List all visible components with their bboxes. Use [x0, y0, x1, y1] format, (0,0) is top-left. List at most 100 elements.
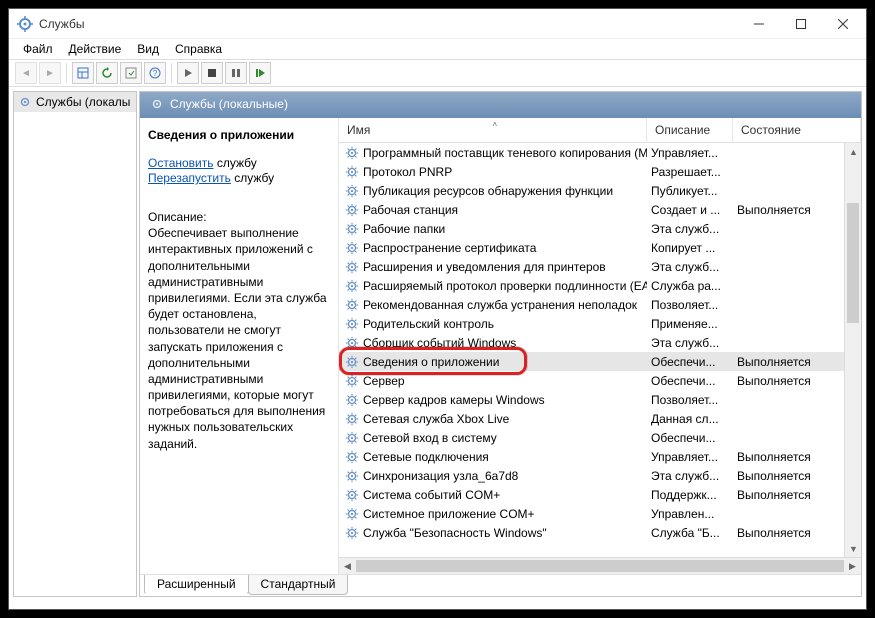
export-button[interactable]: [120, 62, 142, 84]
scroll-thumb[interactable]: [847, 203, 859, 323]
horizontal-scrollbar[interactable]: ◀ ▶: [339, 557, 861, 574]
forward-button[interactable]: ►: [39, 62, 61, 84]
service-desc-cell: Служба ра...: [647, 279, 733, 293]
service-desc-cell: Эта служб...: [647, 336, 733, 350]
service-name-cell: Сетевые подключения: [339, 450, 647, 464]
menu-view[interactable]: Вид: [129, 40, 167, 58]
pause-button[interactable]: [225, 62, 247, 84]
start-button[interactable]: [177, 62, 199, 84]
service-row[interactable]: Синхронизация узла_6a7d8Эта служб...Выпо…: [339, 466, 844, 485]
service-row[interactable]: Рекомендованная служба устранения непола…: [339, 295, 844, 314]
column-description[interactable]: Описание: [647, 118, 733, 142]
scroll-right-icon[interactable]: ▶: [844, 558, 861, 575]
vertical-scrollbar[interactable]: ▲ ▼: [844, 143, 861, 557]
tab-standard[interactable]: Стандартный: [248, 575, 349, 595]
minimize-button[interactable]: [738, 10, 780, 38]
stop-link[interactable]: Остановить: [148, 156, 214, 170]
gear-icon: [345, 317, 359, 331]
menubar: Файл Действие Вид Справка: [9, 39, 866, 59]
service-row[interactable]: Сетевые подключенияУправляет...Выполняет…: [339, 447, 844, 466]
refresh-button[interactable]: [96, 62, 118, 84]
service-name: Сетевая служба Xbox Live: [363, 412, 509, 426]
service-row[interactable]: Системное приложение COM+Управлен...: [339, 504, 844, 523]
window-frame: Службы Файл Действие Вид Справка ◄ ► ? С…: [8, 8, 867, 610]
service-name: Публикация ресурсов обнаружения функции: [363, 184, 613, 198]
service-row[interactable]: Рабочая станцияСоздает и ...Выполняется: [339, 200, 844, 219]
tree-node-label: Службы (локалы: [36, 95, 130, 109]
service-name: Расширяемый протокол проверки подлинност…: [363, 279, 647, 293]
service-name-cell: Сетевая служба Xbox Live: [339, 412, 647, 426]
selected-service-title: Сведения о приложении: [148, 128, 328, 142]
gear-icon: [18, 95, 32, 109]
column-name[interactable]: Имя˄: [339, 118, 647, 142]
menu-help[interactable]: Справка: [167, 40, 230, 58]
service-name: Сборщик событий Windows: [363, 336, 516, 350]
service-row[interactable]: Расширения и уведомления для принтеровЭт…: [339, 257, 844, 276]
service-row[interactable]: Родительский контрольПрименяе...: [339, 314, 844, 333]
list-body[interactable]: Программный поставщик теневого копирован…: [339, 143, 844, 557]
titlebar: Службы: [9, 9, 866, 39]
restart-button[interactable]: [249, 62, 271, 84]
service-name-cell: Сетевой вход в систему: [339, 431, 647, 445]
scroll-thumb[interactable]: [356, 560, 844, 572]
service-state-cell: Выполняется: [733, 450, 844, 464]
service-row[interactable]: Распространение сертификатаКопирует ...: [339, 238, 844, 257]
inner-split: Сведения о приложении Остановить службу …: [140, 118, 861, 574]
service-row[interactable]: Протокол PNRPРазрешает...: [339, 162, 844, 181]
service-row[interactable]: Служба "Безопасность Windows"Служба "Б..…: [339, 523, 844, 542]
tree-pane[interactable]: Службы (локалы: [13, 91, 137, 597]
tab-extended[interactable]: Расширенный: [144, 575, 249, 595]
column-state[interactable]: Состояние: [733, 118, 861, 142]
service-row[interactable]: Рабочие папкиЭта служб...: [339, 219, 844, 238]
details-button[interactable]: [72, 62, 94, 84]
back-button[interactable]: ◄: [15, 62, 37, 84]
restart-link[interactable]: Перезапустить: [148, 171, 231, 185]
main-pane: Службы (локальные) Сведения о приложении…: [139, 91, 862, 597]
close-button[interactable]: [822, 10, 864, 38]
action-restart: Перезапустить службу: [148, 171, 328, 185]
menu-file[interactable]: Файл: [15, 40, 61, 58]
menu-action[interactable]: Действие: [61, 40, 130, 58]
service-name-cell: Публикация ресурсов обнаружения функции: [339, 184, 647, 198]
service-row[interactable]: Программный поставщик теневого копирован…: [339, 143, 844, 162]
pane-title: Службы (локальные): [170, 97, 288, 111]
gear-icon: [345, 260, 359, 274]
stop-button[interactable]: [201, 62, 223, 84]
service-desc-cell: Управляет...: [647, 146, 733, 160]
service-row[interactable]: Расширяемый протокол проверки подлинност…: [339, 276, 844, 295]
service-name-cell: Родительский контроль: [339, 317, 647, 331]
gear-icon: [345, 374, 359, 388]
service-name-cell: Программный поставщик теневого копирован…: [339, 146, 647, 160]
gear-icon: [345, 165, 359, 179]
service-row[interactable]: СерверОбеспечи...Выполняется: [339, 371, 844, 390]
service-name: Сетевые подключения: [363, 450, 489, 464]
description-text: Обеспечивает выполнение интерактивных пр…: [148, 225, 328, 452]
help-button[interactable]: ?: [144, 62, 166, 84]
service-name: Рекомендованная служба устранения непола…: [363, 298, 637, 312]
service-name-cell: Система событий COM+: [339, 488, 647, 502]
service-name-cell: Сведения о приложении: [339, 355, 647, 369]
service-name: Сервер: [363, 374, 405, 388]
scroll-down-icon[interactable]: ▼: [845, 540, 861, 557]
tree-node-services[interactable]: Службы (локалы: [14, 92, 136, 112]
toolbar: ◄ ► ?: [9, 59, 866, 87]
service-row[interactable]: Публикация ресурсов обнаружения функцииП…: [339, 181, 844, 200]
service-row[interactable]: Система событий COM+Поддержк...Выполняет…: [339, 485, 844, 504]
service-name: Система событий COM+: [363, 488, 500, 502]
list-area: Программный поставщик теневого копирован…: [339, 143, 861, 557]
service-row[interactable]: Сетевая служба Xbox LiveДанная сл...: [339, 409, 844, 428]
service-row[interactable]: Сервер кадров камеры WindowsПозволяет...: [339, 390, 844, 409]
gear-icon: [345, 507, 359, 521]
service-name-cell: Расширяемый протокол проверки подлинност…: [339, 279, 647, 293]
gear-icon: [345, 298, 359, 312]
maximize-button[interactable]: [780, 10, 822, 38]
scroll-left-icon[interactable]: ◀: [339, 558, 356, 575]
gear-icon: [345, 469, 359, 483]
service-row[interactable]: Сетевой вход в системуОбеспечи...: [339, 428, 844, 447]
gear-icon: [150, 97, 164, 111]
service-row[interactable]: Сборщик событий Windows Эта служб...: [339, 333, 844, 352]
service-name: Протокол PNRP: [363, 165, 452, 179]
scroll-up-icon[interactable]: ▲: [845, 143, 861, 160]
service-row[interactable]: Сведения о приложенииОбеспечи...Выполняе…: [339, 352, 844, 371]
service-name-cell: Сборщик событий Windows: [339, 336, 647, 350]
